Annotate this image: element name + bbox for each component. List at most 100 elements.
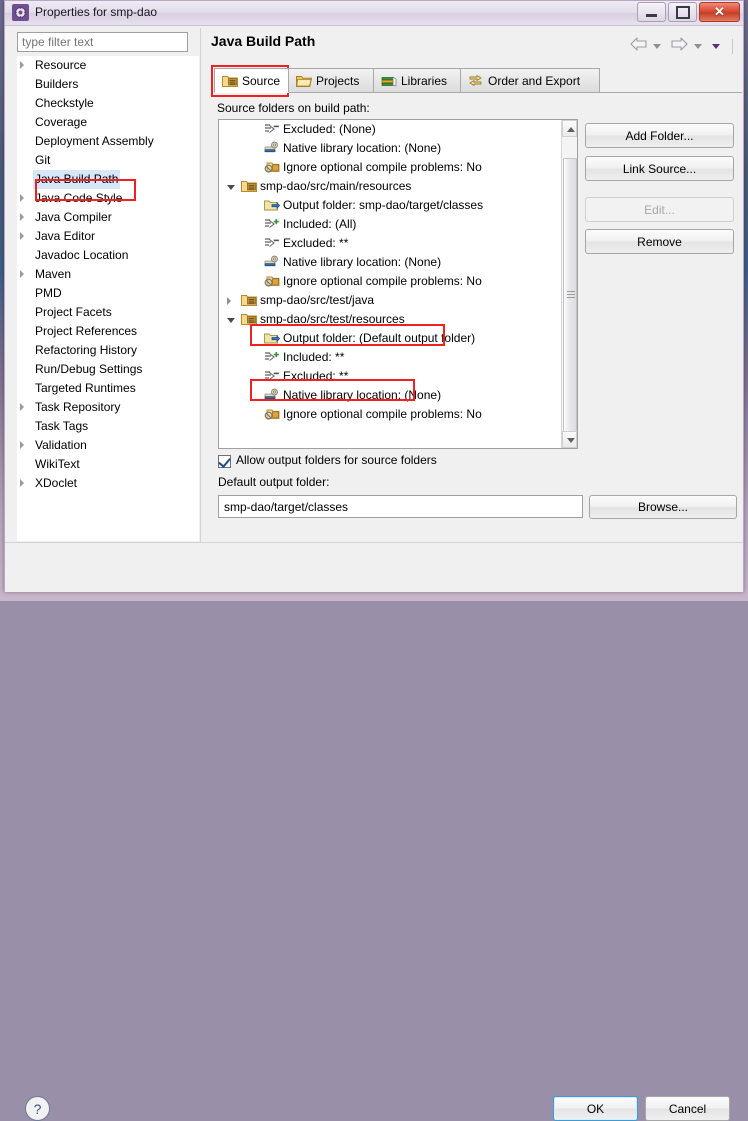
sidebar-item-label: Java Compiler [35, 210, 112, 224]
view-menu-chevron-down-icon[interactable] [711, 44, 720, 49]
cancel-button[interactable]: Cancel [645, 1096, 730, 1121]
allow-output-folders-checkbox[interactable] [218, 455, 231, 468]
tree-row-label: Ignore optional compile problems: No [283, 160, 482, 174]
dialog-footer: ? OK Cancel [5, 543, 743, 1121]
maximize-icon [669, 3, 696, 21]
settings-category-tree[interactable]: Resource Builders Checkstyle Coverage Deploy… [17, 56, 199, 541]
ok-button[interactable]: OK [553, 1096, 638, 1121]
tree-row[interactable]: Excluded: ** [219, 234, 562, 253]
collapse-triangle-icon[interactable] [227, 318, 235, 323]
sidebar-item-wikitext[interactable]: WikiText [17, 455, 199, 474]
tree-row[interactable]: Output folder: smp-dao/target/classes [219, 196, 562, 215]
scroll-grip-icon [567, 291, 575, 298]
tree-row[interactable]: Ignore optional compile problems: No [219, 405, 562, 424]
sidebar-item-javadoc-location[interactable]: Javadoc Location [17, 246, 199, 265]
tab-projects[interactable]: Projects [288, 68, 374, 93]
add-folder-button[interactable]: Add Folder... [585, 123, 734, 148]
sidebar-item-project-references[interactable]: Project References [17, 322, 199, 341]
sidebar-item-checkstyle[interactable]: Checkstyle [17, 94, 199, 113]
tree-row[interactable]: Ignore optional compile problems: No [219, 158, 562, 177]
properties-dialog: Properties for smp-dao ✕ Resource Builder… [4, 0, 744, 1121]
scroll-down-icon[interactable] [562, 431, 577, 448]
collapse-triangle-icon[interactable] [227, 185, 235, 190]
scroll-up-icon[interactable] [562, 120, 577, 137]
close-button[interactable]: ✕ [699, 2, 740, 22]
minimize-button[interactable] [637, 2, 666, 22]
sidebar-item-pmd[interactable]: PMD [17, 284, 199, 303]
sidebar-item-java-compiler[interactable]: Java Compiler [17, 208, 199, 227]
forward-history-chevron-down-icon[interactable] [694, 44, 703, 49]
sidebar-item-validation[interactable]: Validation [17, 436, 199, 455]
link-source-button[interactable]: Link Source... [585, 156, 734, 181]
output-folder-icon [264, 331, 281, 346]
sidebar-item-run-debug-settings[interactable]: Run/Debug Settings [17, 360, 199, 379]
source-folder-icon [241, 179, 257, 194]
sidebar-item-task-repository[interactable]: Task Repository [17, 398, 199, 417]
tree-row-label: Ignore optional compile problems: No [283, 407, 482, 421]
help-question-icon[interactable]: ? [25, 1096, 50, 1121]
scrollbar-thumb[interactable] [563, 158, 577, 433]
tab-order-and-export[interactable]: Order and Export [460, 68, 600, 93]
sidebar-item-java-editor[interactable]: Java Editor [17, 227, 199, 246]
tree-row[interactable]: Excluded: (None) [219, 120, 562, 139]
expand-triangle-icon[interactable] [20, 270, 24, 278]
expand-triangle-icon[interactable] [20, 441, 24, 449]
sidebar-item-maven[interactable]: Maven [17, 265, 199, 284]
tree-row-label: Native library location: (None) [283, 388, 442, 402]
default-output-folder-input[interactable] [218, 495, 583, 518]
sidebar-item-builders[interactable]: Builders [17, 75, 199, 94]
tree-row[interactable]: Output folder: (Default output folder) [219, 329, 562, 348]
maximize-button[interactable] [668, 2, 697, 22]
sidebar-item-resource[interactable]: Resource [17, 56, 199, 75]
expand-triangle-icon[interactable] [20, 213, 24, 221]
sidebar-item-targeted-runtimes[interactable]: Targeted Runtimes [17, 379, 199, 398]
sidebar-item-xdoclet[interactable]: XDoclet [17, 474, 199, 493]
tree-row[interactable]: Included: ** [219, 348, 562, 367]
source-folders-tree[interactable]: Excluded: (None) Native library location:… [218, 119, 578, 449]
sidebar-item-label: Checkstyle [35, 96, 94, 110]
expand-triangle-icon[interactable] [20, 194, 24, 202]
expand-triangle-icon[interactable] [227, 297, 231, 305]
tree-row[interactable]: Included: (All) [219, 215, 562, 234]
sidebar-item-deployment-assembly[interactable]: Deployment Assembly [17, 132, 199, 151]
expand-triangle-icon[interactable] [20, 479, 24, 487]
sidebar-item-coverage[interactable]: Coverage [17, 113, 199, 132]
sidebar-item-git[interactable]: Git [17, 151, 199, 170]
tree-row[interactable]: smp-dao/src/test/java [219, 291, 562, 310]
expand-triangle-icon[interactable] [20, 232, 24, 240]
expand-triangle-icon[interactable] [20, 61, 24, 69]
tree-row-label: Excluded: ** [283, 369, 349, 383]
ignore-problems-icon [264, 160, 280, 175]
expand-triangle-icon[interactable] [20, 403, 24, 411]
window-title: Properties for smp-dao [35, 5, 158, 19]
minimize-icon [638, 3, 665, 21]
sidebar-item-label: Project References [35, 324, 138, 338]
sidebar-item-label: Java Code Style [35, 191, 123, 205]
libraries-books-icon [381, 74, 397, 88]
tree-row[interactable]: Ignore optional compile problems: No [219, 272, 562, 291]
tree-row-label: smp-dao/src/test/resources [260, 312, 405, 326]
tab-source[interactable]: Source [214, 68, 289, 93]
sidebar-item-refactoring-history[interactable]: Refactoring History [17, 341, 199, 360]
sidebar-item-java-build-path[interactable]: Java Build Path [17, 170, 199, 189]
inclusion-filter-icon [264, 217, 280, 232]
arrow-right-icon[interactable] [671, 37, 688, 56]
tree-row[interactable]: Excluded: ** [219, 367, 562, 386]
tree-row[interactable]: smp-dao/src/test/resources [219, 310, 562, 329]
vertical-scrollbar[interactable] [561, 120, 577, 448]
sidebar-item-project-facets[interactable]: Project Facets [17, 303, 199, 322]
arrow-left-icon[interactable] [630, 37, 647, 56]
tree-row[interactable]: Native library location: (None) [219, 139, 562, 158]
back-history-chevron-down-icon[interactable] [653, 44, 662, 49]
sidebar-item-task-tags[interactable]: Task Tags [17, 417, 199, 436]
tree-row[interactable]: Native library location: (None) [219, 386, 562, 405]
native-library-icon [264, 388, 280, 403]
tab-libraries[interactable]: Libraries [373, 68, 461, 93]
browse-button[interactable]: Browse... [589, 495, 737, 519]
search-input[interactable] [17, 32, 188, 52]
tree-row[interactable]: smp-dao/src/main/resources [219, 177, 562, 196]
sidebar-item-label: Coverage [35, 115, 88, 129]
tree-row[interactable]: Native library location: (None) [219, 253, 562, 272]
sidebar-item-java-code-style[interactable]: Java Code Style [17, 189, 199, 208]
remove-button[interactable]: Remove [585, 229, 734, 254]
